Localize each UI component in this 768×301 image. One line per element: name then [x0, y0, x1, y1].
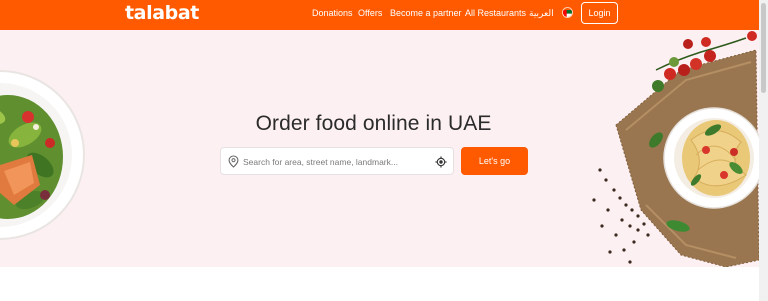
location-pin-icon	[228, 155, 239, 168]
uae-flag-icon[interactable]	[562, 7, 573, 18]
area-search-input[interactable]	[243, 153, 429, 170]
nav-link-offers[interactable]: Offers	[358, 8, 382, 18]
pasta-plate-image	[592, 31, 759, 267]
nav-link-all-restaurants[interactable]: All Restaurants	[465, 8, 526, 18]
page: talabat Donations Offers Become a partne…	[0, 0, 768, 301]
talabat-logo[interactable]: talabat	[125, 2, 199, 24]
locate-me-icon[interactable]	[435, 156, 447, 168]
login-button[interactable]: Login	[581, 2, 618, 24]
scrollbar-thumb[interactable]	[761, 3, 766, 93]
lets-go-button[interactable]: Let's go	[461, 147, 528, 175]
hero-headline: Order food online in UAE	[255, 112, 492, 135]
top-nav-bar: talabat Donations Offers Become a partne…	[0, 0, 768, 30]
hero-banner: Order food online in UAE Let's go	[0, 30, 759, 267]
salad-plate-image	[0, 70, 85, 240]
location-search-box[interactable]	[220, 147, 454, 175]
nav-link-become-partner[interactable]: Become a partner	[390, 8, 462, 18]
language-switch-arabic[interactable]: العربية	[529, 8, 554, 19]
nav-link-donations[interactable]: Donations	[312, 8, 353, 18]
